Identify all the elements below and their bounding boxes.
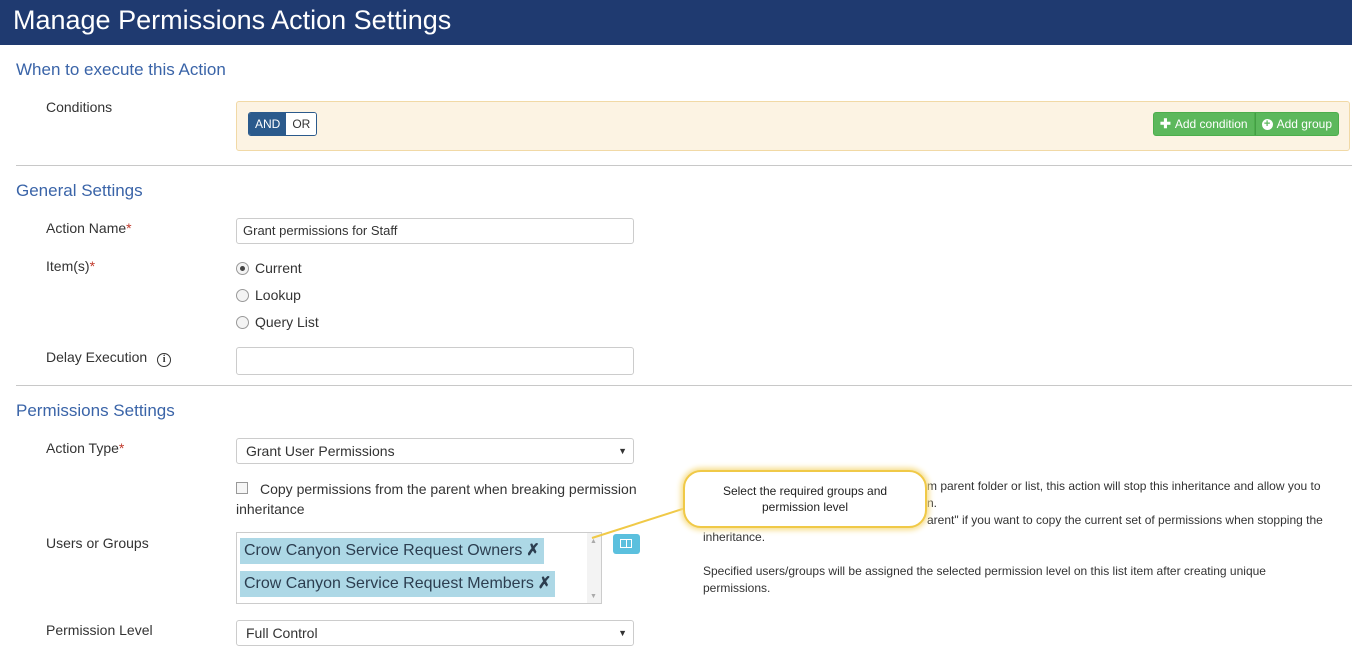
callout-text: Select the required groups and permissio… [722,484,888,514]
callout-pointer [591,504,696,539]
callout-tooltip: Select the required groups and permissio… [683,470,927,528]
